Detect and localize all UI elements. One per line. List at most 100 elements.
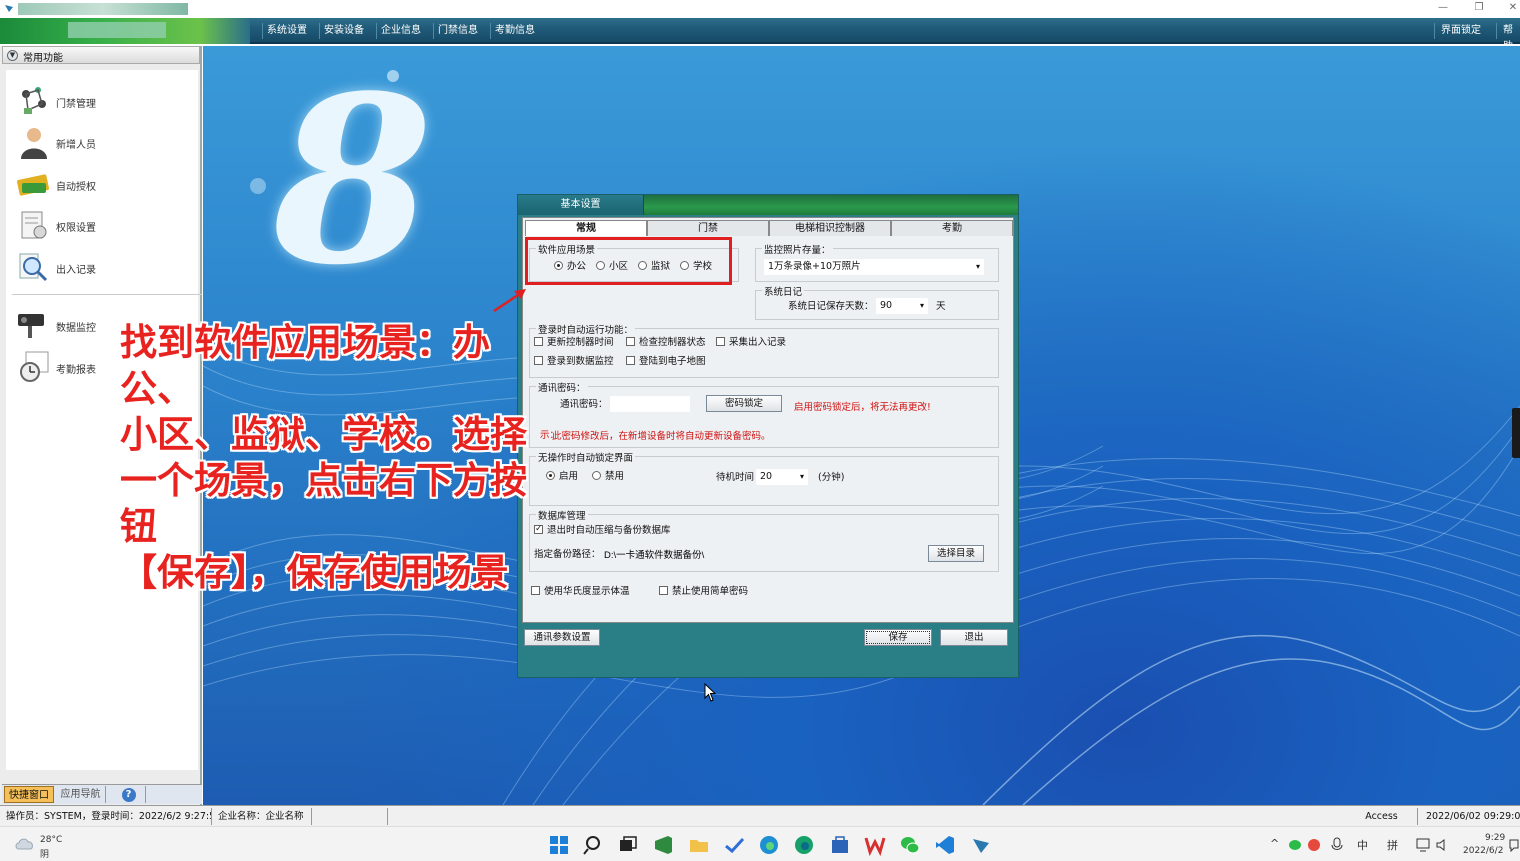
sidebar-tab-strip: 快捷窗口 应用导航 ? xyxy=(2,784,202,804)
sidebar-item-auto-authorize[interactable]: 自动授权 xyxy=(16,167,196,201)
collapse-chevron-icon[interactable]: ▼ xyxy=(7,50,18,61)
auto-lock-disable-radio[interactable]: 禁用 xyxy=(592,471,624,483)
photo-storage-title: 监控照片存量： xyxy=(762,242,833,256)
status-bar: 操作员：SYSTEM，登录时间：2022/6/2 9:27:59 企业名称：企业… xyxy=(0,805,1520,826)
minimize-button[interactable]: — xyxy=(1433,1,1453,15)
window-title-redacted xyxy=(18,3,188,15)
login-auto-run-group: 登录时自动运行功能： 更新控制器时间 检查控制器状态 采集出入记录 登录到数据监… xyxy=(529,322,999,378)
comm-params-button[interactable]: 通讯参数设置 xyxy=(524,629,600,646)
photo-storage-select[interactable]: 1万条录像+10万照片 ▾ xyxy=(764,259,984,275)
menu-install-device[interactable]: 安装设备 xyxy=(319,23,368,39)
choose-directory-button[interactable]: 选择目录 xyxy=(928,545,984,562)
log-days-label: 系统日记保存天数： xyxy=(788,301,874,312)
task-view-icon[interactable] xyxy=(617,834,639,856)
windows-start-icon[interactable] xyxy=(548,834,570,856)
tray-security-icon[interactable] xyxy=(1307,838,1321,852)
access-control-app-icon[interactable] xyxy=(970,834,992,856)
help-icon[interactable]: ? xyxy=(112,786,146,803)
wechat-icon[interactable] xyxy=(899,834,921,856)
tab-access-control[interactable]: 门禁 xyxy=(647,220,769,236)
menu-company-info[interactable]: 企业信息 xyxy=(376,23,425,39)
sidebar-item-access-records[interactable]: 出入记录 xyxy=(16,250,196,284)
database-group: 数据库管理 退出时自动压缩与备份数据库 指定备份路径： 选择目录 xyxy=(529,508,999,572)
sidebar-item-label: 数据监控 xyxy=(56,323,96,334)
network-display-icon[interactable] xyxy=(1416,838,1432,852)
todo-check-icon[interactable] xyxy=(723,834,745,856)
comm-password-label: 通讯密码： xyxy=(560,399,608,410)
sidebar-item-permission[interactable]: 权限设置 xyxy=(16,208,196,242)
search-icon[interactable] xyxy=(583,834,605,856)
exit-button[interactable]: 退出 xyxy=(940,629,1008,646)
check-login-electronic-map[interactable]: 登陆到电子地图 xyxy=(626,356,706,368)
close-button[interactable]: ✕ xyxy=(1503,1,1520,15)
restore-button[interactable]: ❐ xyxy=(1469,1,1489,15)
standby-time-select[interactable]: 20 ▾ xyxy=(756,469,808,485)
vscode-icon[interactable] xyxy=(934,834,956,856)
backup-path-input[interactable] xyxy=(604,546,924,562)
checkbox-icon xyxy=(626,337,635,346)
backup-on-exit-checkbox[interactable]: 退出时自动压缩与备份数据库 xyxy=(534,523,671,537)
tray-date[interactable]: 2022/6/2 xyxy=(1463,846,1503,856)
tab-general[interactable]: 常规 xyxy=(525,220,647,236)
card-icon xyxy=(17,174,49,196)
menu-lock-interface[interactable]: 界面锁定 xyxy=(1434,23,1487,39)
edge-browser-icon[interactable] xyxy=(758,834,780,856)
visual-studio-icon[interactable] xyxy=(652,834,674,856)
check-controller-status[interactable]: 检查控制器状态 xyxy=(626,337,706,349)
sidebar-item-door-control[interactable]: 门禁管理 xyxy=(16,84,196,118)
notification-icon[interactable] xyxy=(1508,838,1520,852)
checkbox-icon xyxy=(659,586,668,595)
tray-chevron-up-icon[interactable]: ^ xyxy=(1270,837,1279,850)
tray-wechat-icon[interactable] xyxy=(1288,838,1302,852)
status-datetime: 2022/06/02 09:29:02 xyxy=(1426,811,1520,822)
check-collect-records[interactable]: 采集出入记录 xyxy=(716,337,786,349)
sidebar-item-label: 自动授权 xyxy=(56,182,96,193)
window-title-bar: — ❐ ✕ xyxy=(0,0,1520,18)
annotation-highlight-box xyxy=(525,237,732,285)
tab-app-navigation[interactable]: 应用导航 xyxy=(56,786,106,803)
comm-password-input[interactable] xyxy=(610,396,690,412)
store-icon[interactable] xyxy=(829,834,851,856)
status-empty-cell xyxy=(314,808,388,825)
volume-icon[interactable] xyxy=(1436,838,1450,852)
sidebar-item-label: 考勤报表 xyxy=(56,365,96,376)
wps-office-icon[interactable] xyxy=(864,834,886,856)
checkbox-icon xyxy=(626,356,635,365)
ime-language[interactable]: 中 xyxy=(1357,837,1368,853)
side-scroll-handle[interactable] xyxy=(1512,408,1520,458)
tab-quick-window[interactable]: 快捷窗口 xyxy=(4,786,54,803)
tab-elevator-controller[interactable]: 电梯相识控制器 xyxy=(769,220,891,236)
menu-access-info[interactable]: 门禁信息 xyxy=(433,23,482,39)
sidebar-item-label: 新增人员 xyxy=(56,140,96,151)
menu-attendance-info[interactable]: 考勤信息 xyxy=(490,23,539,39)
permission-icon xyxy=(21,211,47,239)
photo-storage-group: 监控照片存量： 1万条录像+10万照片 ▾ xyxy=(755,242,999,282)
menu-help[interactable]: 帮助 xyxy=(1496,23,1520,52)
tray-time[interactable]: 9:29 xyxy=(1485,833,1505,843)
ime-mode[interactable]: 拼 xyxy=(1387,837,1398,853)
sidebar-item-label: 权限设置 xyxy=(56,223,96,234)
password-lock-button[interactable]: 密码锁定 xyxy=(706,395,782,412)
checkbox-label: 退出时自动压缩与备份数据库 xyxy=(547,525,671,536)
microphone-icon[interactable] xyxy=(1330,837,1344,853)
company-logo-redacted xyxy=(68,22,166,38)
camera-icon xyxy=(18,314,44,338)
checkbox-label: 禁止使用简单密码 xyxy=(672,586,749,597)
auto-lock-enable-radio[interactable]: 启用 xyxy=(546,471,578,483)
edge-dev-icon[interactable] xyxy=(793,834,815,856)
app-icon xyxy=(5,5,13,12)
door-control-icon xyxy=(22,87,46,114)
save-button[interactable]: 保存 xyxy=(864,629,932,646)
disallow-simple-password-checkbox[interactable]: 禁止使用简单密码 xyxy=(659,586,748,598)
brand-graphic-eight: 8 xyxy=(273,46,434,316)
file-explorer-icon[interactable] xyxy=(688,834,710,856)
menu-system-settings[interactable]: 系统设置 xyxy=(262,23,311,39)
weather-temp: 28°C xyxy=(40,835,63,845)
log-days-select[interactable]: 90 ▾ xyxy=(876,298,928,314)
status-operator: 操作员：SYSTEM，登录时间：2022/6/2 9:27:59 xyxy=(2,808,212,825)
sidebar-header[interactable]: ▼ 常用功能 xyxy=(2,46,200,64)
comm-password-group: 通讯密码： 通讯密码： 密码锁定 启用密码锁定后，将无法再更改! 示： 此密码修… xyxy=(529,380,999,448)
tab-attendance[interactable]: 考勤 xyxy=(891,220,1013,236)
sidebar-item-add-person[interactable]: 新增人员 xyxy=(16,125,196,159)
status-company: 企业名称：企业名称 xyxy=(214,808,312,825)
